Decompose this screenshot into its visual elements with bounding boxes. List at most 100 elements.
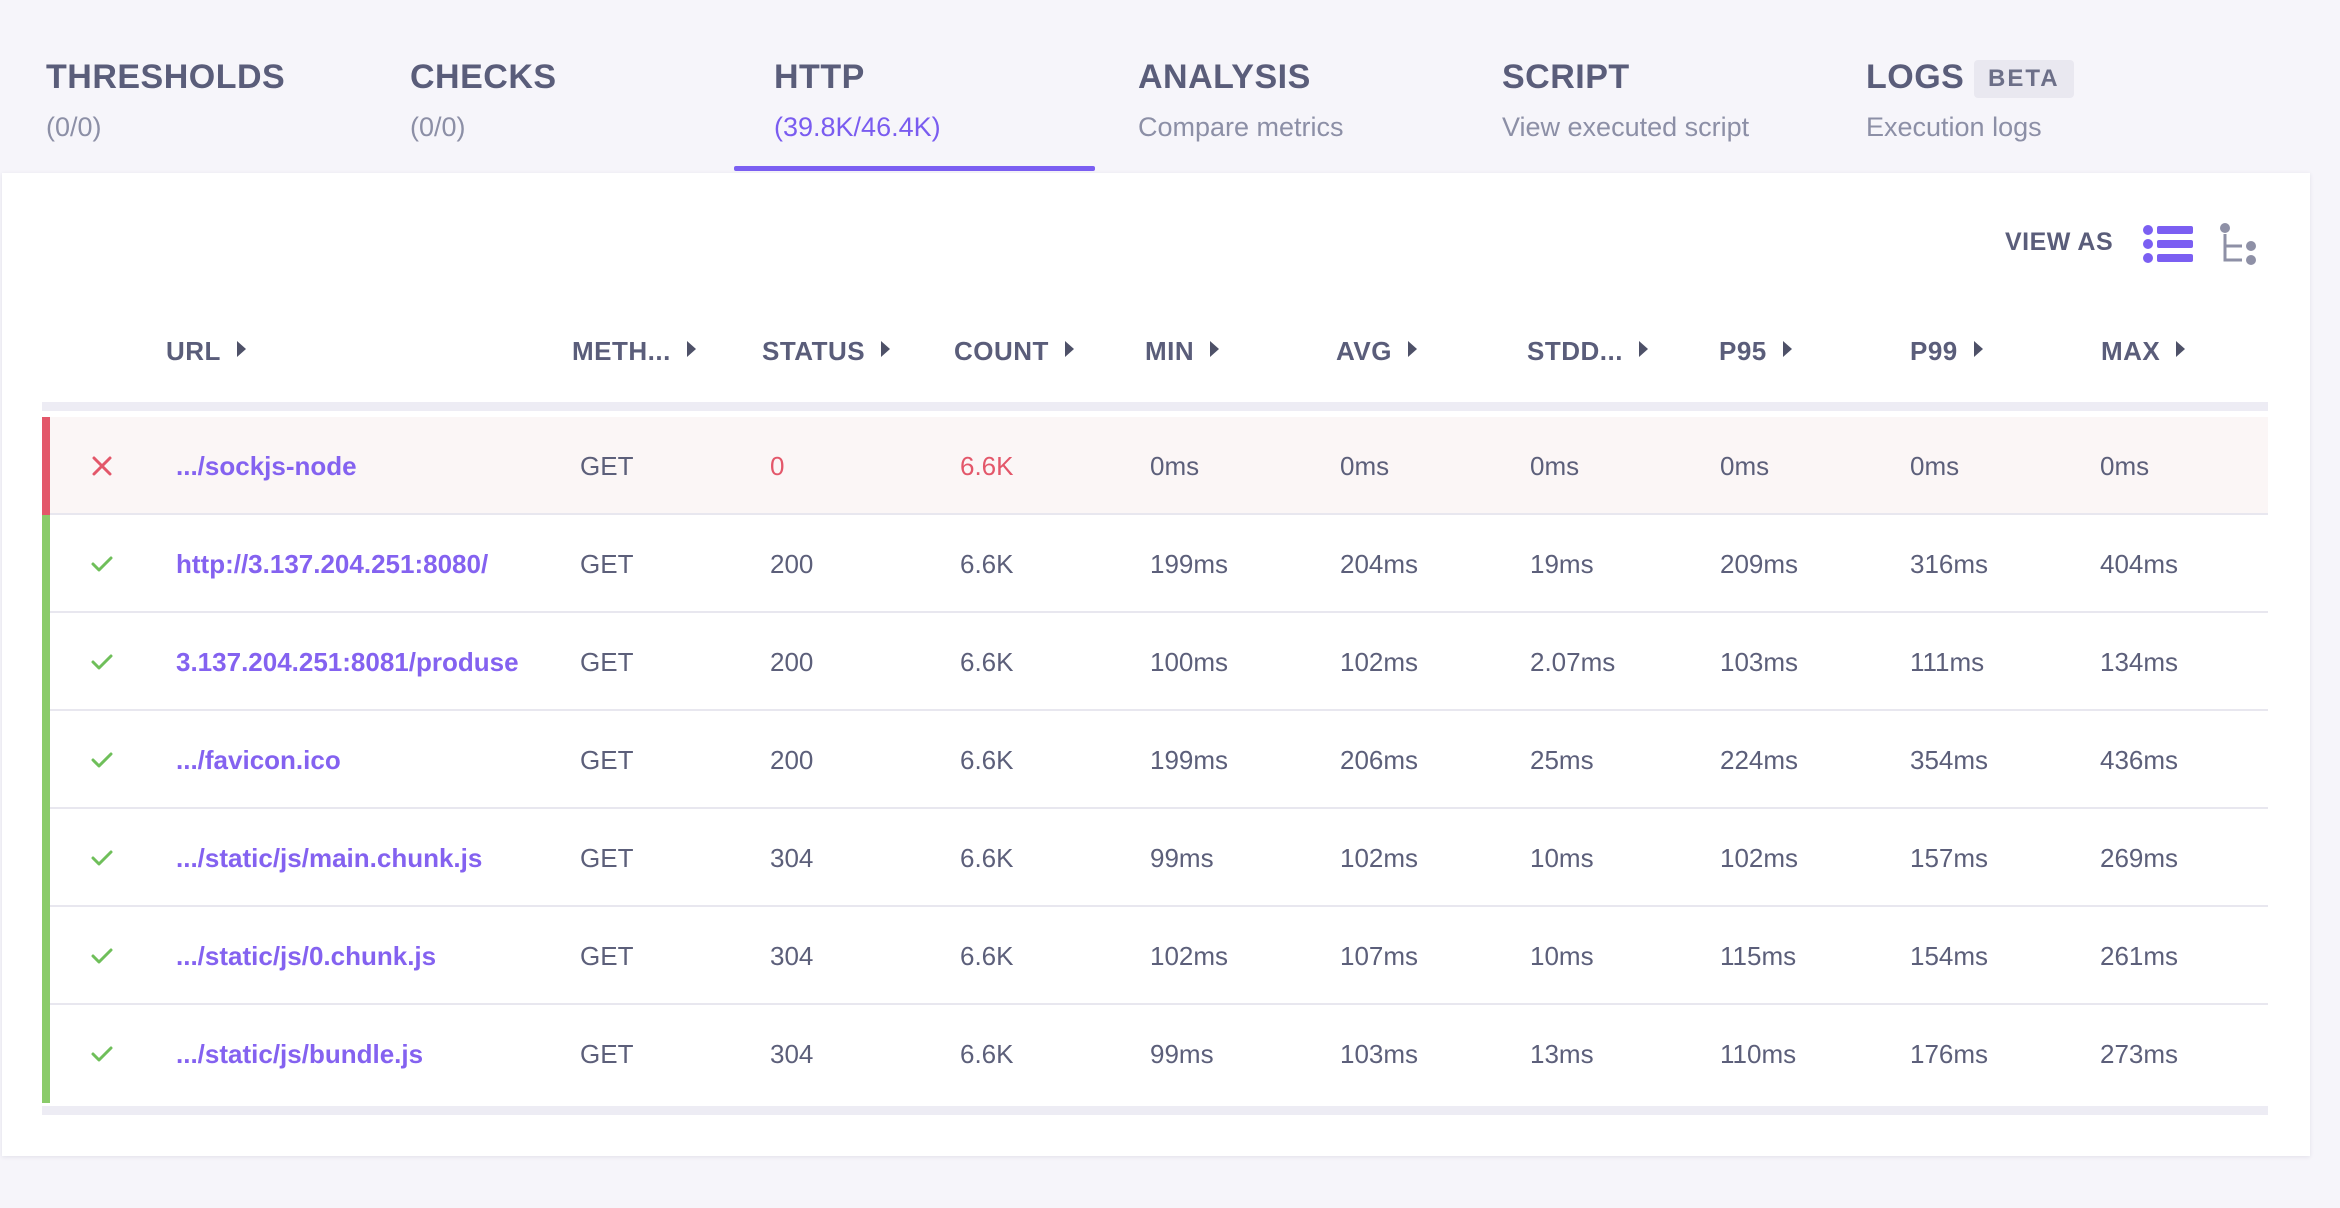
url-link[interactable]: http://3.137.204.251:8080/ <box>176 515 488 613</box>
min-cell: 99ms <box>1150 843 1214 873</box>
status-bar <box>42 417 50 515</box>
tab-analysis[interactable]: ANALYSIS Compare metrics <box>1138 0 1498 172</box>
view-as-label: VIEW AS <box>2005 228 2114 256</box>
check-icon <box>91 948 113 964</box>
column-header-p95[interactable]: P95 <box>1719 336 1792 376</box>
status-bar <box>42 613 50 711</box>
sort-caret-icon <box>1210 341 1220 357</box>
status-cell: 200 <box>770 745 814 775</box>
sort-caret-icon <box>686 341 696 357</box>
p99-cell: 354ms <box>1910 745 1989 775</box>
max-cell: 0ms <box>2100 451 2150 481</box>
p95-cell: 224ms <box>1720 745 1799 775</box>
method-cell: GET <box>580 941 634 971</box>
url-link[interactable]: .../favicon.ico <box>176 711 341 809</box>
status-bar <box>42 907 50 1005</box>
column-header-stddev[interactable]: STDD... <box>1527 336 1648 376</box>
p99-cell: 316ms <box>1910 549 1989 579</box>
max-cell: 273ms <box>2100 1039 2179 1069</box>
avg-cell: 102ms <box>1340 843 1419 873</box>
tree-icon[interactable] <box>2218 222 2260 266</box>
tab-title: LOGS <box>1866 58 1965 96</box>
avg-cell: 204ms <box>1340 549 1419 579</box>
status-cell: 0 <box>770 451 785 481</box>
max-cell: 436ms <box>2100 745 2179 775</box>
check-icon <box>91 752 113 768</box>
p99-cell: 154ms <box>1910 941 1989 971</box>
column-label: STATUS <box>762 336 866 366</box>
list-icon[interactable] <box>2143 224 2193 264</box>
column-header-count[interactable]: COUNT <box>954 336 1074 376</box>
active-tab-indicator <box>734 166 1095 171</box>
table-row[interactable]: http://3.137.204.251:8080/ GET 200 6.6K … <box>42 515 2268 613</box>
column-label: MAX <box>2101 336 2161 366</box>
table-row[interactable]: .../static/js/bundle.js GET 304 6.6K 99m… <box>42 1005 2268 1103</box>
table-row[interactable]: .../sockjs-node GET 0 6.6K 0ms 0ms 0ms 0… <box>42 417 2268 515</box>
max-cell: 269ms <box>2100 843 2179 873</box>
url-link[interactable]: .../static/js/main.chunk.js <box>176 809 482 907</box>
table-row[interactable]: .../favicon.ico GET 200 6.6K 199ms 206ms… <box>42 711 2268 809</box>
count-cell: 6.6K <box>960 843 1014 873</box>
column-header-min[interactable]: MIN <box>1145 336 1220 376</box>
tab-title: THRESHOLDS <box>46 58 286 96</box>
p95-cell: 110ms <box>1720 1039 1797 1069</box>
column-header-url[interactable]: URL <box>166 336 246 376</box>
status-cell: 304 <box>770 1039 814 1069</box>
tab-subtitle: View executed script <box>1502 112 1750 142</box>
max-cell: 134ms <box>2100 647 2179 677</box>
tab-subtitle: (39.8K/46.4K) <box>774 112 941 142</box>
column-header-max[interactable]: MAX <box>2101 336 2186 376</box>
stddev-cell: 10ms <box>1530 843 1594 873</box>
tab-thresholds[interactable]: THRESHOLDS (0/0) <box>46 0 406 172</box>
p95-cell: 115ms <box>1720 941 1797 971</box>
table-footer-divider <box>42 1106 2268 1115</box>
p99-cell: 111ms <box>1910 647 1985 677</box>
tab-subtitle: (0/0) <box>46 112 102 142</box>
count-cell: 6.6K <box>960 1039 1014 1069</box>
tab-title: SCRIPT <box>1502 58 1630 96</box>
tab-checks[interactable]: CHECKS (0/0) <box>410 0 770 172</box>
method-cell: GET <box>580 745 634 775</box>
table-row[interactable]: .../static/js/0.chunk.js GET 304 6.6K 10… <box>42 907 2268 1005</box>
min-cell: 99ms <box>1150 1039 1214 1069</box>
method-cell: GET <box>580 1039 634 1069</box>
status-cell: 200 <box>770 549 814 579</box>
url-link[interactable]: .../static/js/bundle.js <box>176 1005 423 1103</box>
column-label: P95 <box>1719 336 1767 366</box>
beta-badge: BETA <box>1974 60 2074 98</box>
tab-title: CHECKS <box>410 58 557 96</box>
tab-subtitle: Compare metrics <box>1138 112 1344 142</box>
p95-cell: 102ms <box>1720 843 1799 873</box>
stddev-cell: 2.07ms <box>1530 647 1616 677</box>
url-link[interactable]: .../sockjs-node <box>176 417 357 515</box>
table-row[interactable]: .../static/js/main.chunk.js GET 304 6.6K… <box>42 809 2268 907</box>
column-label: P99 <box>1910 336 1958 366</box>
url-link[interactable]: 3.137.204.251:8081/produse <box>176 613 519 711</box>
sort-caret-icon <box>236 341 246 357</box>
sort-caret-icon <box>1782 341 1792 357</box>
count-cell: 6.6K <box>960 451 1014 481</box>
sort-caret-icon <box>1973 341 1983 357</box>
status-cell: 200 <box>770 647 814 677</box>
column-header-method[interactable]: METH... <box>572 336 696 376</box>
check-icon <box>91 1046 113 1062</box>
tab-http[interactable]: HTTP (39.8K/46.4K) <box>774 0 1134 172</box>
stddev-cell: 13ms <box>1530 1039 1594 1069</box>
avg-cell: 103ms <box>1340 1039 1419 1069</box>
column-header-p99[interactable]: P99 <box>1910 336 1983 376</box>
tab-subtitle: (0/0) <box>410 112 466 142</box>
column-header-avg[interactable]: AVG <box>1336 336 1417 376</box>
min-cell: 0ms <box>1150 451 1200 481</box>
stddev-cell: 0ms <box>1530 451 1580 481</box>
stddev-cell: 10ms <box>1530 941 1594 971</box>
tab-script[interactable]: SCRIPT View executed script <box>1502 0 1862 172</box>
error-x-icon <box>92 456 112 476</box>
status-cell: 304 <box>770 941 814 971</box>
check-icon <box>91 556 113 572</box>
avg-cell: 0ms <box>1340 451 1390 481</box>
column-label: AVG <box>1336 336 1392 366</box>
url-link[interactable]: .../static/js/0.chunk.js <box>176 907 436 1005</box>
method-cell: GET <box>580 451 634 481</box>
column-header-status[interactable]: STATUS <box>762 336 891 376</box>
table-row[interactable]: 3.137.204.251:8081/produse GET 200 6.6K … <box>42 613 2268 711</box>
